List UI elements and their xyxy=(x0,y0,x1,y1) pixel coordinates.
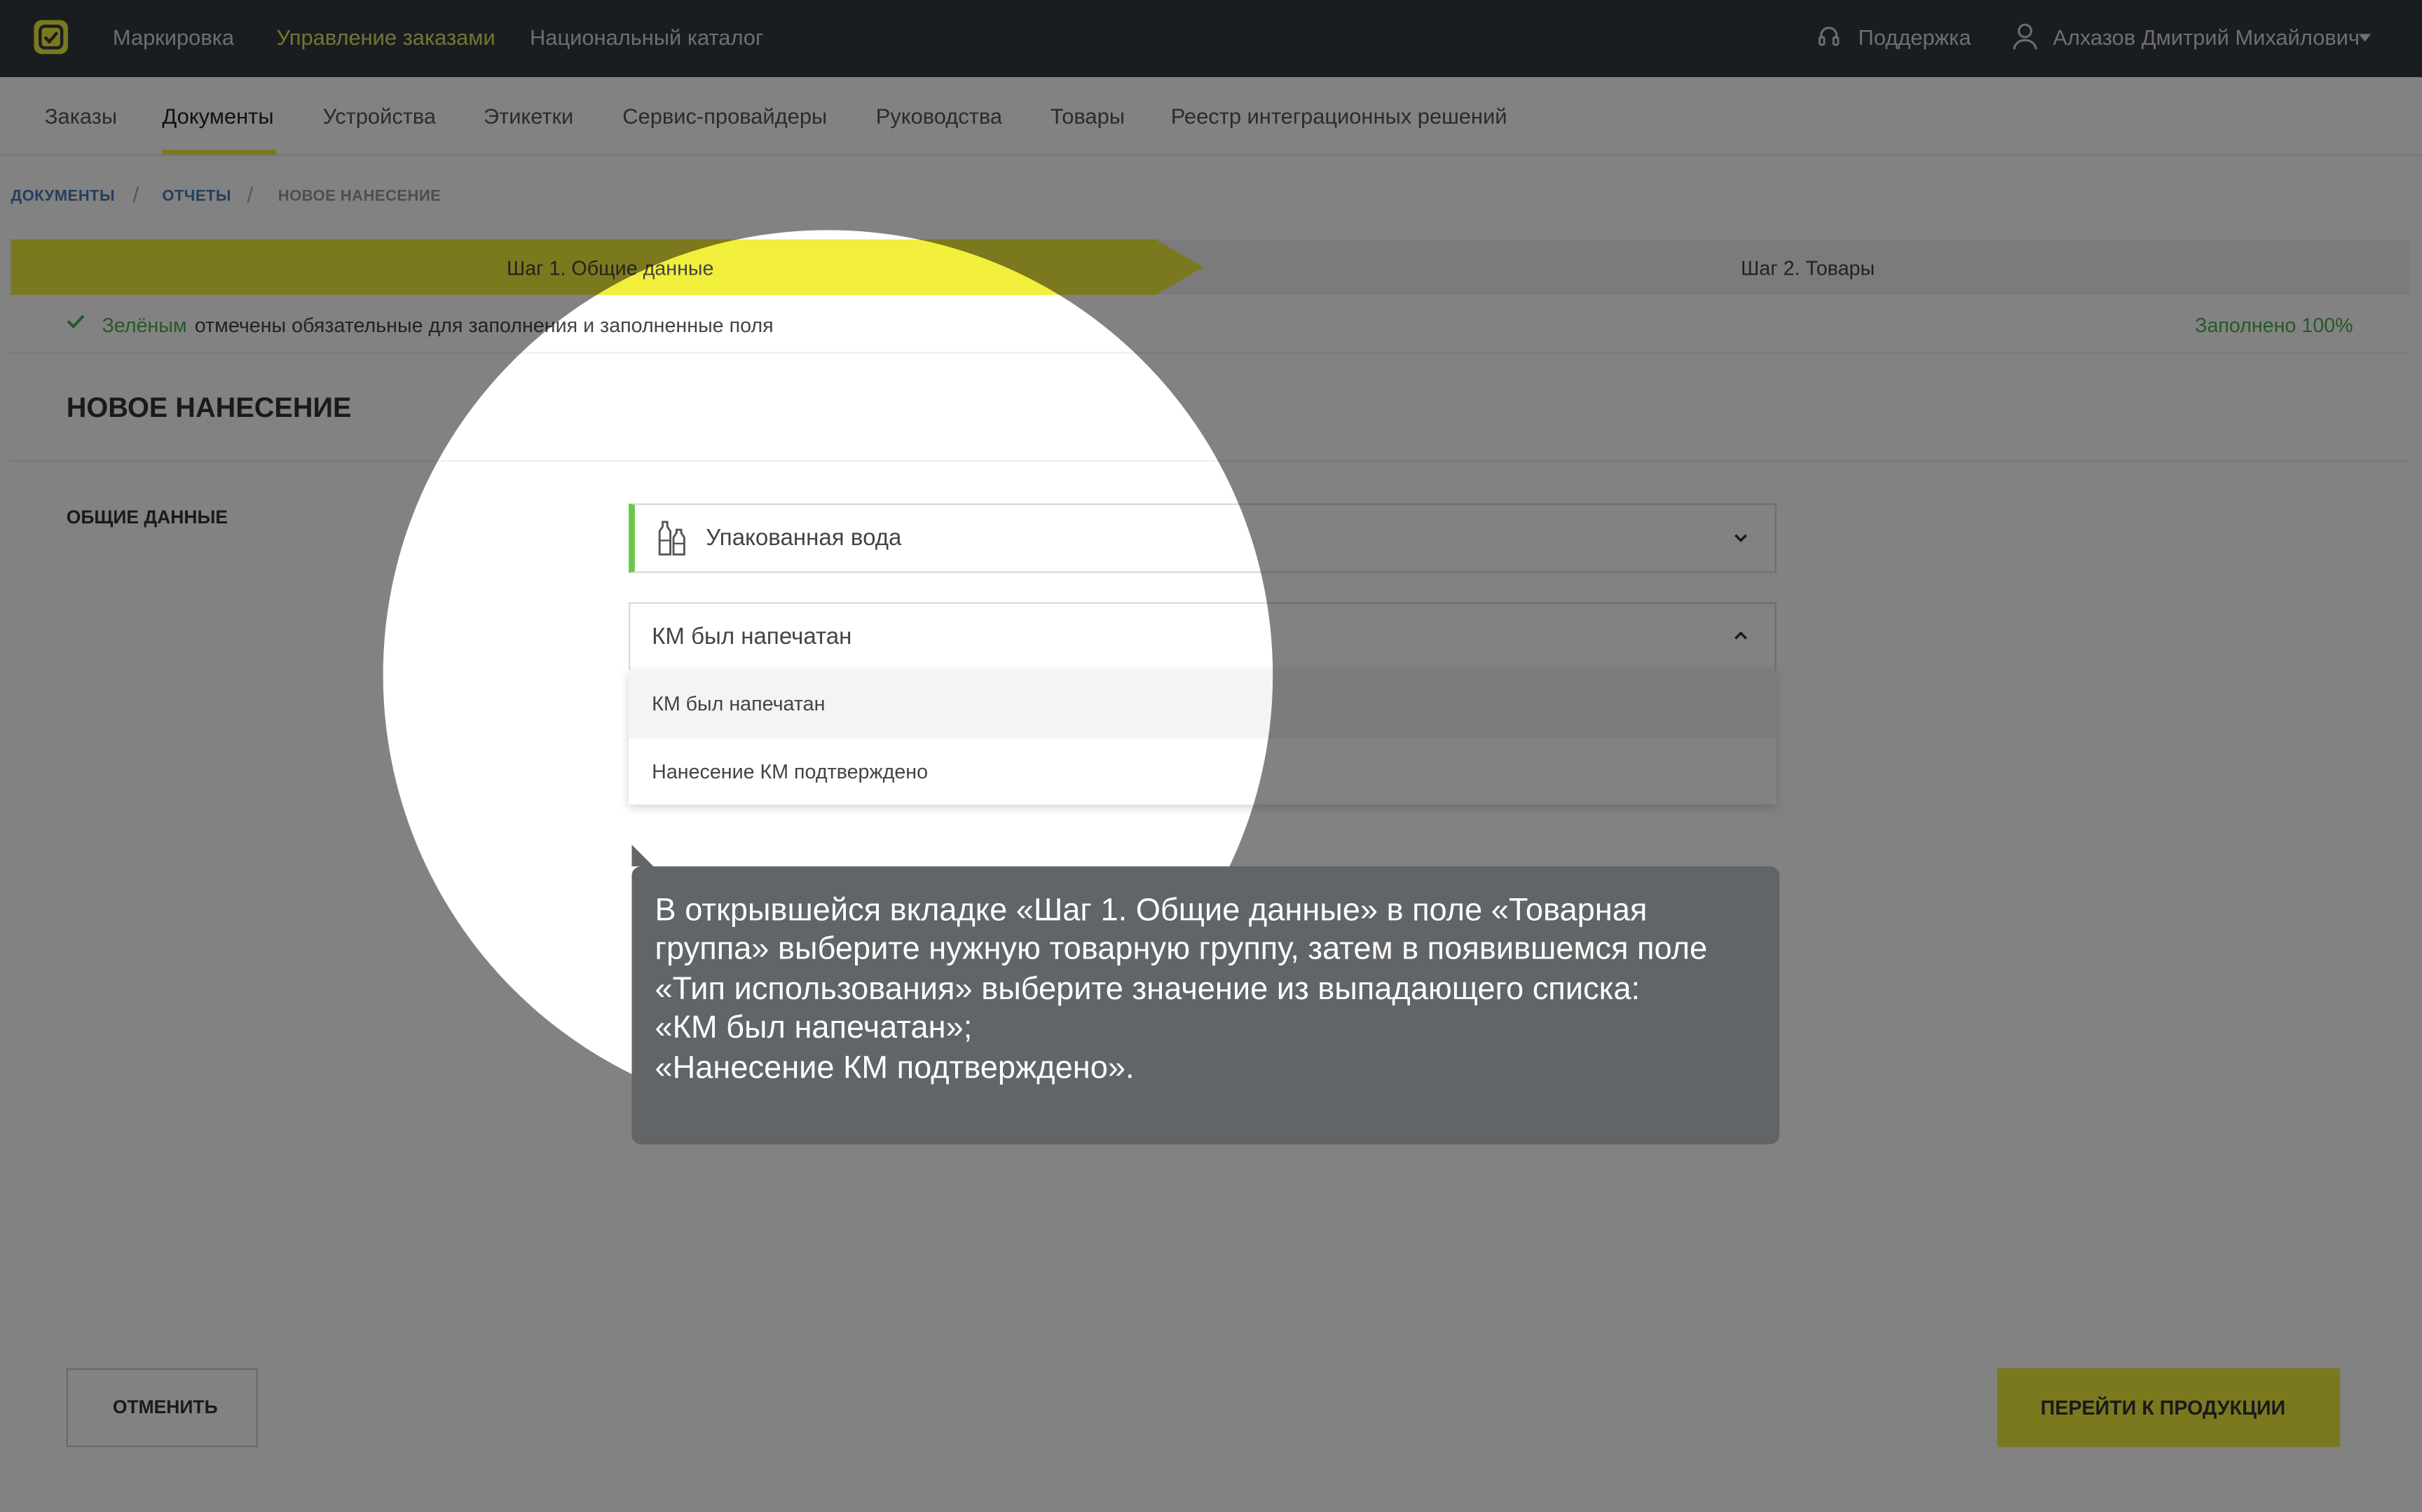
subnav-item-integration-registry[interactable]: Реестр интеграционных решений xyxy=(1171,104,1507,128)
usage-type-value: КМ был напечатан xyxy=(652,624,852,650)
section-label: ОБЩИЕ ДАННЫЕ xyxy=(66,506,228,528)
fill-progress-text: Заполнено 100% xyxy=(2195,313,2353,337)
dropdown-option-printed[interactable]: КМ был напечатан xyxy=(652,692,825,715)
hint-green-word: Зелёным xyxy=(102,313,187,337)
user-icon xyxy=(2013,23,2037,50)
chevron-down-icon[interactable] xyxy=(1733,532,1749,543)
bottles-icon xyxy=(658,521,685,556)
tooltip-text: В открывшейся вкладке «Шаг 1. Общие данн… xyxy=(655,892,1708,1085)
breadcrumb-documents[interactable]: ДОКУМЕНТЫ xyxy=(11,188,115,205)
subnav-item-guides[interactable]: Руководства xyxy=(876,104,1002,128)
caret-down-icon[interactable] xyxy=(2358,34,2372,42)
page-title: НОВОЕ НАНЕСЕНИЕ xyxy=(66,392,352,423)
support-link[interactable]: Поддержка xyxy=(1859,25,1971,49)
subnav-item-goods[interactable]: Товары xyxy=(1051,104,1125,128)
tooltip-tail xyxy=(631,844,654,867)
breadcrumb-separator: / xyxy=(247,182,254,207)
subnav-item-labels[interactable]: Этикетки xyxy=(484,104,573,128)
logo-icon[interactable] xyxy=(34,20,68,55)
subnav-item-service-providers[interactable]: Сервис-провайдеры xyxy=(622,104,827,128)
user-menu[interactable]: Алхазов Дмитрий Михайлович xyxy=(2053,25,2360,49)
subnav-item-devices[interactable]: Устройства xyxy=(323,104,436,128)
subnav-item-orders[interactable]: Заказы xyxy=(45,104,117,128)
headset-icon xyxy=(1818,27,1840,46)
divider xyxy=(11,460,2410,462)
go-to-products-label: ПЕРЕЙТИ К ПРОДУКЦИИ xyxy=(2040,1396,2286,1420)
breadcrumb-reports[interactable]: ОТЧЕТЫ xyxy=(162,188,231,205)
product-group-value: Упакованная вода xyxy=(706,525,902,551)
topnav-item-national-catalog[interactable]: Национальный каталог xyxy=(530,25,763,49)
cancel-button-label: ОТМЕНИТЬ xyxy=(112,1396,218,1418)
subnav-item-documents[interactable]: Документы xyxy=(162,104,273,128)
step-1-label: Шаг 1. Общие данные xyxy=(506,256,714,280)
topnav-item-order-management[interactable]: Управление заказами xyxy=(277,25,495,49)
chevron-up-icon[interactable] xyxy=(1733,630,1749,640)
step-2-label: Шаг 2. Товары xyxy=(1741,256,1875,280)
breadcrumb-separator: / xyxy=(132,182,139,207)
hint-text: отмечены обязательные для заполнения и з… xyxy=(194,313,774,337)
dropdown-option-confirmed[interactable]: Нанесение КМ подтверждено xyxy=(652,760,928,783)
active-tab-indicator xyxy=(162,149,277,155)
breadcrumb-current: НОВОЕ НАНЕСЕНИЕ xyxy=(278,188,442,206)
topnav-item-markirovka[interactable]: Маркировка xyxy=(113,25,234,49)
check-icon xyxy=(67,315,85,329)
